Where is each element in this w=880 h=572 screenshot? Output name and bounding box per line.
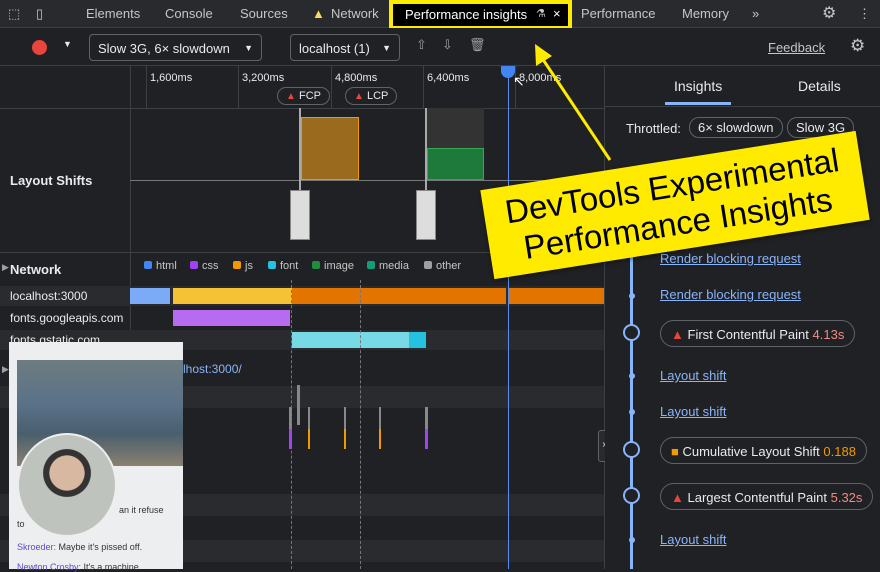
annotation-arrow bbox=[535, 44, 612, 161]
mouse-cursor-icon: ↖ bbox=[513, 73, 525, 89]
